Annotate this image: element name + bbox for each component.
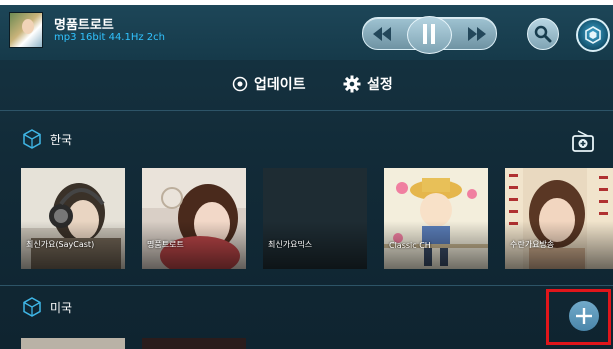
settings-menu-item[interactable]: 설정 [343,74,393,94]
update-label: 업데이트 [254,77,306,93]
fast-forward-icon [468,26,486,41]
station-label: 최신가요(SayCast) [26,240,95,249]
station-label: 최신가요믹스 [268,240,313,249]
section-header-usa: 미국 [22,297,72,317]
transport-controls [362,16,497,54]
menu-row: 업데이트 설정 [0,60,613,110]
divider [0,110,613,111]
station-card-partial[interactable] [142,338,246,349]
station-card[interactable]: Classic CH [384,168,488,269]
now-playing-bar: 명품트로트 mp3 16bit 44.1Hz 2ch [0,5,613,60]
cube-icon [23,297,41,317]
settings-label: 설정 [367,77,393,93]
album-art[interactable] [9,12,43,48]
cube-icon [23,129,41,149]
app-logo-button[interactable] [576,18,610,52]
track-title: 명품트로트 [54,18,114,33]
station-label-overlay: 수란가요방송 [505,221,613,269]
station-label: Classic CH [389,241,431,250]
fast-forward-button[interactable] [458,18,496,49]
gear-icon [343,75,361,93]
station-card[interactable]: 수란가요방송 [505,168,613,269]
rewind-button[interactable] [363,18,401,49]
section-title: 미국 [50,300,73,315]
add-button[interactable] [569,301,599,331]
search-icon [534,25,552,43]
rewind-icon [373,26,391,41]
section-header-korea: 한국 [22,129,72,149]
station-card-partial[interactable] [21,338,125,349]
station-label-overlay: 명품트로트 [142,221,246,269]
pause-icon [423,23,435,44]
highlight-box [546,289,611,345]
radio-add-icon [572,130,594,152]
update-icon [232,76,248,92]
station-label: 명품트로트 [147,240,184,249]
add-radio-button[interactable] [571,129,595,153]
album-art-face [22,19,34,34]
plus-icon [576,308,592,324]
section-title: 한국 [50,132,73,147]
station-label-overlay: Classic CH [384,221,488,269]
station-card[interactable]: 최신가요(SayCast) [21,168,125,269]
update-menu-item[interactable]: 업데이트 [232,74,306,94]
search-button[interactable] [527,18,559,50]
station-label-overlay: 최신가요(SayCast) [21,221,125,269]
station-label: 수란가요방송 [510,240,555,249]
divider [0,285,613,286]
station-label-overlay: 최신가요믹스 [263,221,367,269]
app-window: 명품트로트 mp3 16bit 44.1Hz 2ch 업데이트 설정 한국 최신… [0,0,613,349]
station-card[interactable]: 최신가요믹스 [263,168,367,269]
track-format-info: mp3 16bit 44.1Hz 2ch [54,32,165,43]
pause-button[interactable] [410,18,448,49]
station-card[interactable]: 명품트로트 [142,168,246,269]
gear-icon [585,26,601,44]
